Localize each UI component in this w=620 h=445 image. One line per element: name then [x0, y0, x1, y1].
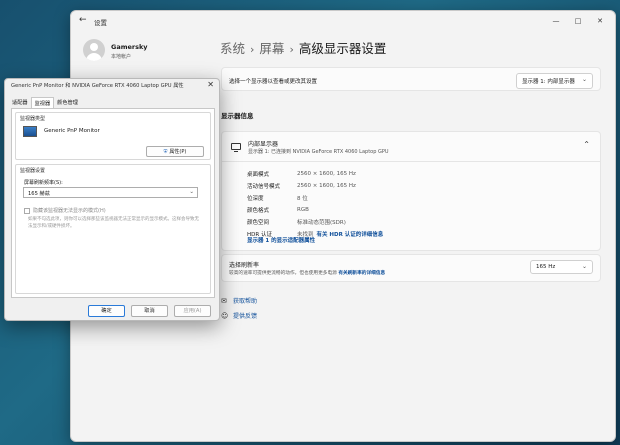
- display-select-value: 显示器 1: 内部显示器: [522, 79, 575, 85]
- dialog-title: Generic PnP Monitor 和 NVIDIA GeForce RTX…: [11, 83, 184, 89]
- spec-key: 桌面模式: [247, 172, 270, 178]
- spec-value: 2560 × 1600, 165 Hz: [297, 183, 356, 189]
- get-help-link[interactable]: ✉ 获取帮助: [221, 296, 258, 306]
- refresh-rate-info-link[interactable]: 有关刷新率的详细信息: [338, 271, 385, 276]
- spec-row: 颜色格式 RGB: [247, 204, 383, 216]
- spec-key: 活动信号模式: [247, 184, 281, 190]
- window-controls: — □ ✕: [545, 14, 611, 28]
- spec-key: 位深度: [247, 196, 264, 202]
- display-spec-list: 桌面模式 2560 × 1600, 165 Hz 活动信号模式 2560 × 1…: [247, 168, 383, 240]
- refresh-rate-dropdown[interactable]: 165 Hz ⌄: [530, 260, 593, 274]
- spec-key: 颜色格式: [247, 208, 270, 214]
- display-info-heading: 显示器信息: [221, 112, 254, 120]
- feedback-icon: ☺: [221, 311, 229, 320]
- refresh-rate-select[interactable]: 165 赫兹 ⌄: [23, 187, 198, 198]
- properties-button-label: 属性(P): [169, 149, 187, 155]
- display-select-dropdown[interactable]: 显示器 1: 内部显示器 ⌄: [516, 73, 593, 89]
- back-arrow-icon[interactable]: ←: [79, 15, 87, 25]
- refresh-rate-description: 较高的速率可提供更流畅的动作，但也使用更多电源 有关刷新率的详细信息: [229, 270, 385, 276]
- spec-value: 2560 × 1600, 165 Hz: [297, 171, 356, 177]
- refresh-rate-card: 选择刷新率 较高的速率可提供更流畅的动作，但也使用更多电源 有关刷新率的详细信息…: [221, 254, 601, 282]
- adapter-properties-link[interactable]: 显示器 1 的显示适配器属性: [247, 236, 315, 244]
- warning-text: 如果不勾选此项，则你可以选择那些该监视器无法正常显示的显示模式。这样会导致无法显…: [28, 217, 199, 229]
- spec-row: 颜色空间 标准动态范围(SDR): [247, 216, 383, 228]
- monitor-tab-panel: 监视器类型 Generic PnP Monitor ⛨ 属性(P) 监视器设置 屏…: [11, 108, 215, 298]
- close-icon[interactable]: ✕: [589, 14, 611, 28]
- avatar: [83, 39, 105, 61]
- properties-button[interactable]: ⛨ 属性(P): [146, 146, 204, 157]
- select-display-card: 选择一个显示器以查看或更改其设置 显示器 1: 内部显示器 ⌄: [221, 67, 601, 91]
- display-subtitle: 显示器 1: 已连接到 NVIDIA GeForce RTX 4060 Lapt…: [248, 149, 389, 155]
- monitor-properties-dialog: Generic PnP Monitor 和 NVIDIA GeForce RTX…: [4, 78, 220, 321]
- monitor-icon: [231, 143, 241, 152]
- monitor-type-group: 监视器类型 Generic PnP Monitor ⛨ 属性(P): [15, 112, 211, 160]
- user-account-type: 本地帐户: [111, 54, 132, 60]
- display-info-card: 内部显示器 显示器 1: 已连接到 NVIDIA GeForce RTX 406…: [221, 131, 601, 251]
- user-name: Gamersky: [111, 43, 148, 51]
- minimize-icon[interactable]: —: [545, 14, 567, 28]
- spec-key: 颜色空间: [247, 220, 270, 226]
- give-feedback-link[interactable]: ☺ 提供反馈: [221, 311, 258, 321]
- refresh-rate-select-value: 165 赫兹: [28, 191, 50, 197]
- ok-button[interactable]: 确定: [88, 305, 125, 317]
- display-info-header[interactable]: 内部显示器 显示器 1: 已连接到 NVIDIA GeForce RTX 406…: [222, 132, 600, 162]
- refresh-rate-title: 选择刷新率: [229, 262, 260, 269]
- spec-value: 8 位: [297, 196, 308, 202]
- hide-modes-label: 隐藏该监视器无法显示的模式(H): [33, 208, 106, 214]
- chevron-down-icon: ⌄: [581, 76, 587, 83]
- spec-value: RGB: [297, 207, 309, 213]
- chevron-down-icon: ⌄: [189, 189, 194, 195]
- spec-row: 位深度 8 位: [247, 192, 383, 204]
- monitor-settings-group: 监视器设置 屏幕刷新频率(S): 165 赫兹 ⌄ 隐藏该监视器无法显示的模式(…: [15, 164, 211, 294]
- refresh-rate-value: 165 Hz: [536, 264, 556, 270]
- user-profile[interactable]: Gamersky 本地帐户: [83, 39, 213, 69]
- group-title: 监视器设置: [20, 168, 46, 174]
- apply-button[interactable]: 应用(A): [174, 305, 211, 317]
- display-name: 内部显示器: [248, 141, 279, 148]
- close-icon[interactable]: ✕: [207, 80, 214, 89]
- help-icon: ✉: [221, 296, 227, 305]
- page-title: 高级显示器设置: [298, 41, 387, 56]
- hdr-info-link[interactable]: 有关 HDR 认证的详细信息: [317, 230, 384, 238]
- spec-value: 标准动态范围(SDR): [297, 220, 346, 226]
- chevron-up-icon[interactable]: ⌃: [583, 140, 590, 149]
- hide-modes-checkbox[interactable]: [24, 207, 30, 214]
- chevron-down-icon: ⌄: [581, 263, 587, 270]
- app-title: 设置: [94, 19, 107, 27]
- dialog-buttons: 确定 取消 应用(A): [88, 305, 211, 317]
- spec-row: 活动信号模式 2560 × 1600, 165 Hz: [247, 180, 383, 192]
- breadcrumb-display[interactable]: 屏幕: [259, 41, 284, 56]
- monitor-icon: [23, 126, 37, 137]
- monitor-name: Generic PnP Monitor: [44, 128, 100, 134]
- maximize-icon[interactable]: □: [567, 14, 589, 28]
- cancel-button[interactable]: 取消: [131, 305, 168, 317]
- hide-modes-checkbox-row: 隐藏该监视器无法显示的模式(H): [24, 207, 106, 214]
- chevron-right-icon: ›: [250, 43, 255, 56]
- refresh-rate-desc-text: 较高的速率可提供更流畅的动作，但也使用更多电源: [229, 271, 337, 276]
- spec-row: 桌面模式 2560 × 1600, 165 Hz: [247, 168, 383, 180]
- breadcrumb-system[interactable]: 系统: [220, 41, 245, 56]
- refresh-rate-label: 屏幕刷新频率(S):: [24, 180, 63, 186]
- chevron-right-icon: ›: [289, 43, 294, 56]
- select-display-label: 选择一个显示器以查看或更改其设置: [229, 79, 318, 85]
- give-feedback-label: 提供反馈: [233, 313, 258, 320]
- get-help-label: 获取帮助: [233, 298, 258, 305]
- shield-icon: ⛨: [163, 149, 168, 155]
- group-title: 监视器类型: [20, 116, 46, 122]
- title-bar: ← 设置 — □ ✕: [71, 11, 615, 33]
- breadcrumb: 系统 › 屏幕 › 高级显示器设置: [220, 38, 386, 57]
